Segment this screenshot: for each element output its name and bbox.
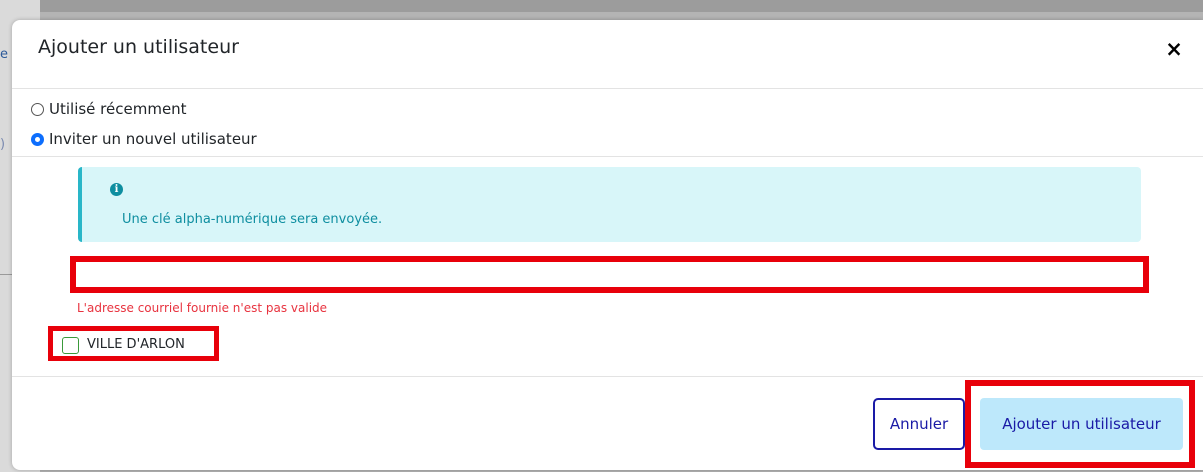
info-circle-icon: i [110, 183, 123, 196]
submit-button-highlight: Ajouter un utilisateur [965, 380, 1195, 468]
organization-label[interactable]: VILLE D'ARLON [87, 337, 185, 352]
radio-button-icon[interactable] [31, 102, 44, 116]
footer-divider [12, 376, 1203, 377]
email-field-highlight [70, 256, 1149, 293]
add-user-button[interactable]: Ajouter un utilisateur [980, 398, 1183, 450]
radio-button-checked-icon[interactable] [31, 132, 44, 146]
cancel-button[interactable]: Annuler [873, 398, 965, 450]
background-text-fragment: ) [0, 137, 6, 152]
backdrop-band [0, 0, 1203, 12]
add-user-modal: Ajouter un utilisateur × Utilisé récemme… [12, 20, 1203, 470]
organization-highlight: VILLE D'ARLON [48, 326, 219, 361]
radio-label: Inviter un nouvel utilisateur [49, 130, 257, 148]
modal-header: Ajouter un utilisateur × [12, 20, 1203, 89]
modal-title: Ajouter un utilisateur [38, 36, 239, 58]
background-text-fragment: e [0, 47, 8, 62]
organization-checkbox[interactable] [62, 337, 79, 354]
radio-recently-used[interactable]: Utilisé récemment [31, 100, 187, 118]
email-field[interactable] [80, 266, 1139, 283]
radio-label: Utilisé récemment [49, 100, 187, 118]
close-icon[interactable]: × [1161, 36, 1187, 62]
info-message: Une clé alpha-numérique sera envoyée. [122, 212, 383, 227]
info-alert: i Une clé alpha-numérique sera envoyée. [78, 167, 1141, 242]
section-divider [12, 156, 1203, 157]
email-error-message: L'adresse courriel fournie n'est pas val… [77, 301, 328, 315]
background-divider [0, 274, 12, 275]
radio-invite-new-user[interactable]: Inviter un nouvel utilisateur [31, 130, 257, 148]
